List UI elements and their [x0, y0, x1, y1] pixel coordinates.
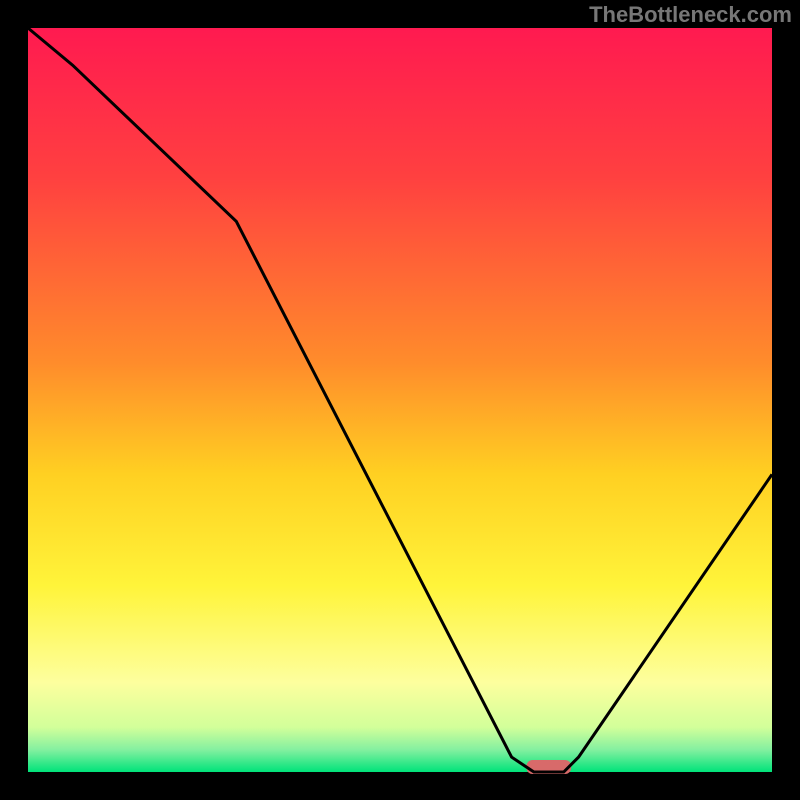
watermark-text: TheBottleneck.com [589, 2, 792, 28]
plot-background [28, 28, 772, 772]
chart-svg [0, 0, 800, 800]
chart-container: TheBottleneck.com [0, 0, 800, 800]
